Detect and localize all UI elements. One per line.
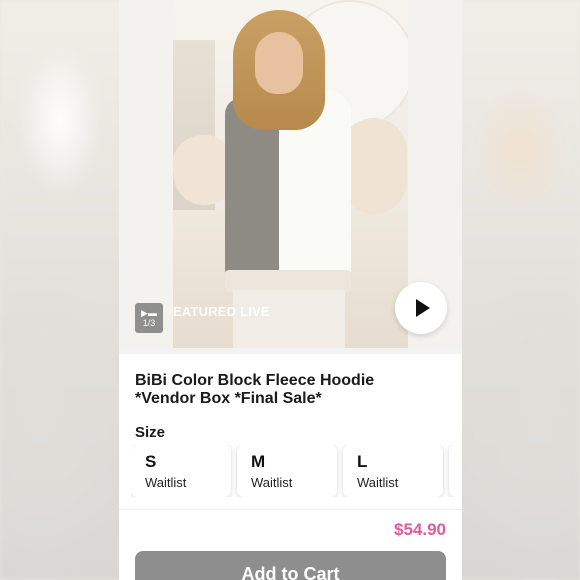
size-label: Size <box>135 424 166 441</box>
size-status: Waitlist <box>145 475 187 490</box>
product-screen: ▶▬ 1/3 EATURED LIVE BiBi Color Block Fle… <box>119 0 462 580</box>
size-option-m[interactable]: M Waitlist <box>237 445 337 497</box>
size-option-more[interactable] <box>449 445 462 497</box>
product-media[interactable]: ▶▬ 1/3 EATURED LIVE <box>119 0 462 348</box>
product-price: $54.90 <box>394 520 446 539</box>
size-status: Waitlist <box>251 475 293 490</box>
size-code: L <box>357 452 368 471</box>
product-title: BiBi Color Block Fleece Hoodie *Vendor B… <box>135 372 375 407</box>
section-divider <box>119 348 462 354</box>
size-options: S Waitlist M Waitlist L Waitlist <box>131 445 462 497</box>
size-status: Waitlist <box>357 475 399 490</box>
size-code: M <box>251 452 266 471</box>
product-photo[interactable] <box>173 0 408 348</box>
size-option-s[interactable]: S Waitlist <box>131 445 231 497</box>
play-icon <box>416 299 430 317</box>
play-button[interactable] <box>395 282 447 334</box>
photo-face <box>255 32 303 94</box>
hoodie-hem <box>225 270 351 292</box>
size-code: S <box>145 452 157 471</box>
featured-live-badge[interactable]: ▶▬ 1/3 EATURED LIVE <box>135 303 270 333</box>
video-icon: ▶▬ 1/3 <box>135 303 163 333</box>
add-to-cart-button[interactable]: Add to Cart <box>135 551 446 580</box>
featured-live-label: EATURED LIVE <box>173 303 270 319</box>
photo-counter: 1/3 <box>142 318 156 328</box>
size-option-l[interactable]: L Waitlist <box>343 445 443 497</box>
price-divider <box>119 509 462 510</box>
